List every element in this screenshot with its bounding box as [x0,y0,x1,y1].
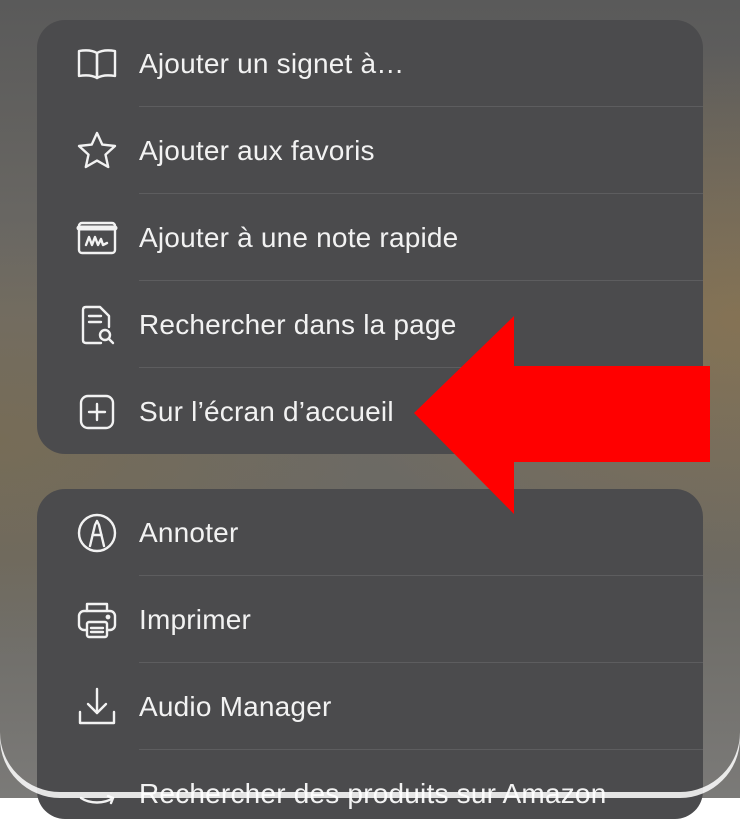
red-arrow-annotation [414,316,710,514]
red-arrow-shape [414,316,710,514]
